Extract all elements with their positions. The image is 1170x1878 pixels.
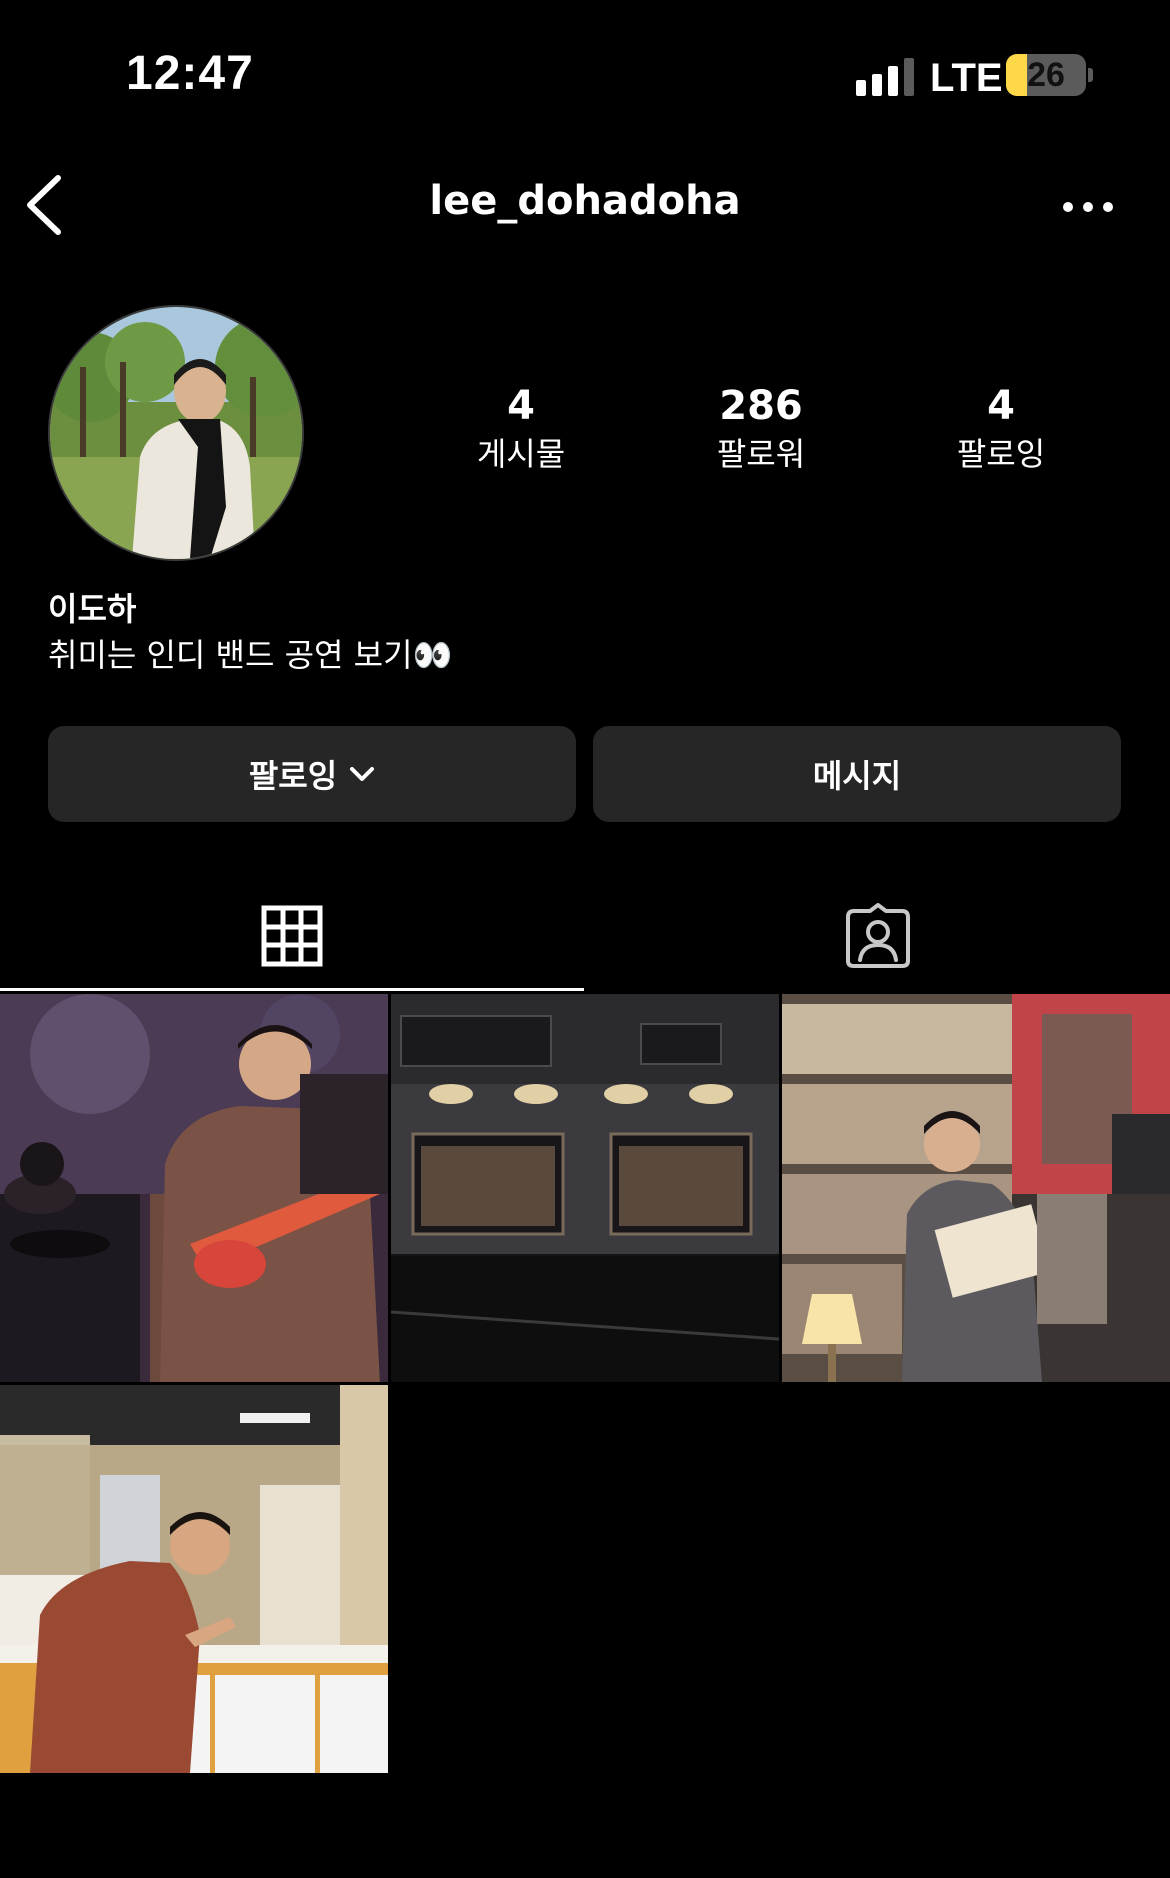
post-tile-3[interactable] — [782, 994, 1170, 1382]
stat-label: 게시물 — [476, 435, 566, 473]
profile-bio: 취미는 인디 밴드 공연 보기👀 — [48, 636, 453, 674]
post-band-guitarist-image — [0, 994, 388, 1382]
post-cafe-counter-image — [0, 1385, 388, 1773]
stat-value: 4 — [987, 383, 1015, 429]
stat-value: 286 — [719, 383, 803, 429]
post-tile-4[interactable] — [0, 1385, 388, 1773]
post-tile-2[interactable] — [391, 994, 779, 1382]
grid-icon — [261, 905, 323, 967]
avatar-photo — [50, 307, 302, 559]
tagged-icon — [846, 903, 910, 968]
posts-count[interactable]: 4 게시물 — [421, 382, 621, 474]
more-options-button[interactable] — [1060, 195, 1116, 219]
stat-label: 팔로잉 — [956, 435, 1046, 473]
post-building-night-image — [391, 994, 779, 1382]
chevron-down-icon — [350, 767, 375, 781]
following-button-label: 팔로잉 — [248, 757, 338, 795]
network-type: LTE — [930, 56, 1003, 100]
active-tab-indicator — [0, 988, 584, 991]
stat-label: 팔로워 — [716, 435, 806, 473]
battery-level: 26 — [1027, 56, 1065, 94]
post-tile-1[interactable] — [0, 994, 388, 1382]
message-button-label: 메시지 — [812, 757, 902, 795]
profile-username: lee_dohadoha — [429, 178, 741, 224]
profile-avatar[interactable] — [48, 305, 304, 561]
following-count[interactable]: 4 팔로잉 — [901, 382, 1101, 474]
profile-name: 이도하 — [48, 590, 137, 628]
post-record-store-reading-image — [782, 994, 1170, 1382]
status-time: 12:47 — [126, 47, 254, 100]
battery-cap — [1088, 68, 1093, 82]
following-button[interactable]: 팔로잉 — [48, 726, 576, 822]
signal-icon — [856, 56, 914, 96]
more-horizontal-icon — [1063, 202, 1113, 212]
battery-icon: 26 — [1006, 54, 1086, 96]
tab-posts-grid[interactable] — [0, 880, 584, 992]
message-button[interactable]: 메시지 — [593, 726, 1121, 822]
tab-tagged[interactable] — [586, 880, 1170, 992]
followers-count[interactable]: 286 팔로워 — [661, 382, 861, 474]
stat-value: 4 — [507, 383, 535, 429]
